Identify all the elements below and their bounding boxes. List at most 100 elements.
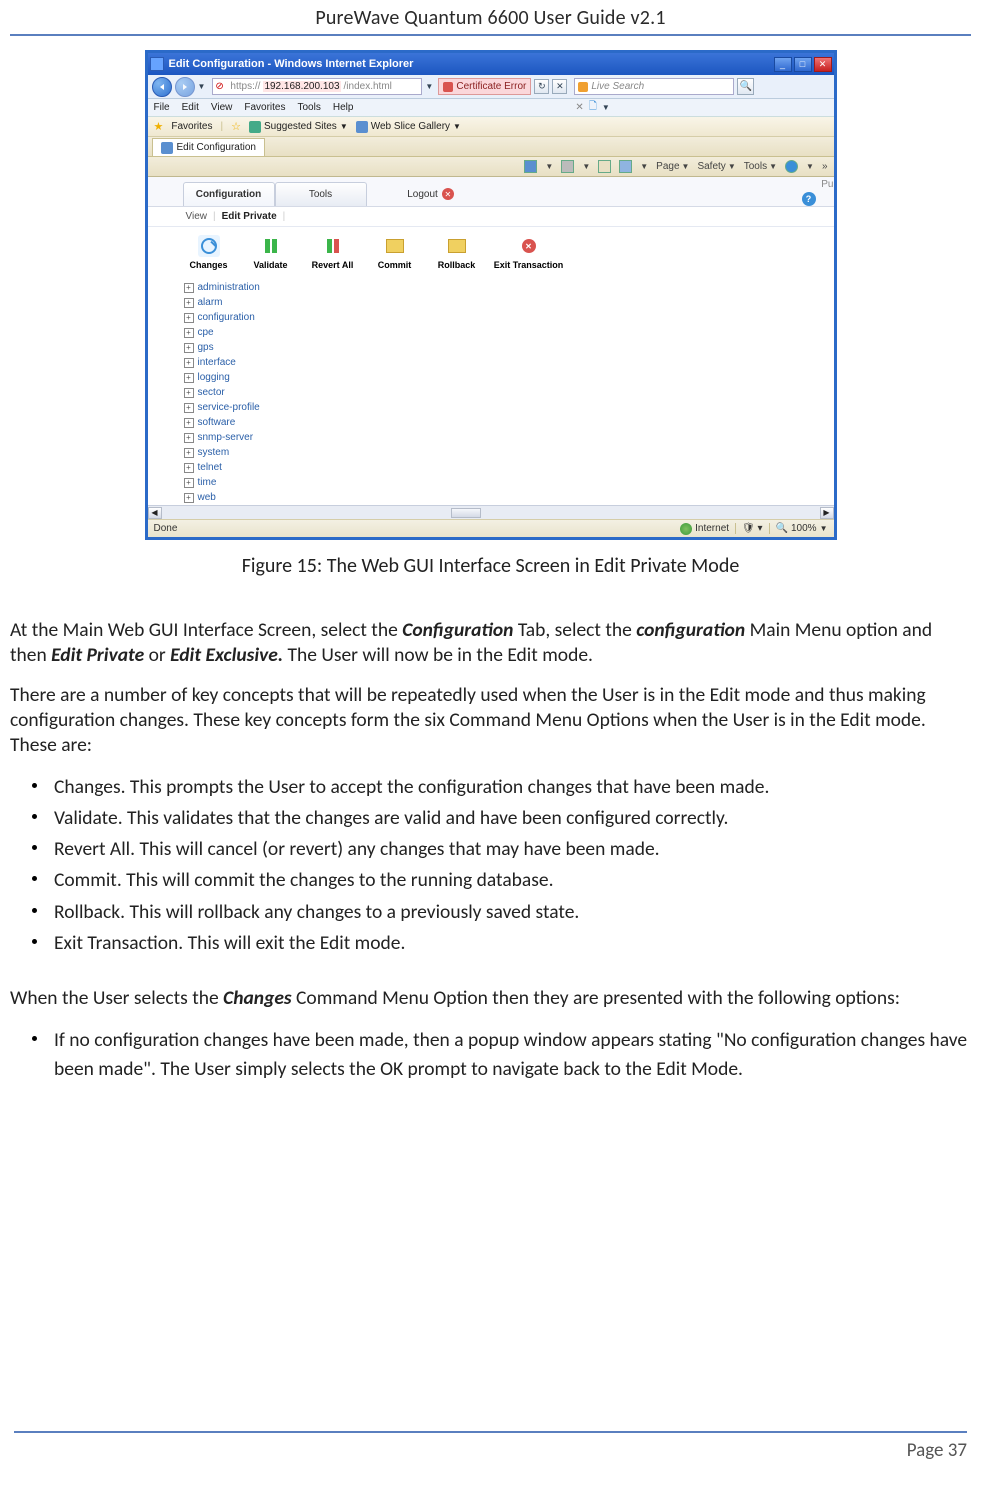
- list-item: Revert All. This will cancel (or revert)…: [54, 835, 971, 864]
- browser-tab[interactable]: Edit Configuration: [152, 138, 266, 156]
- exit-icon: [518, 235, 540, 257]
- menu-file[interactable]: File: [154, 102, 170, 113]
- web-slice-button[interactable]: Web Slice Gallery ▼: [356, 121, 461, 133]
- certificate-error-badge[interactable]: Certificate Error: [438, 78, 531, 95]
- horizontal-scrollbar[interactable]: ◀ ▶: [148, 505, 834, 519]
- tree-item[interactable]: +cpe: [184, 325, 834, 340]
- bullet-list: Changes. This prompts the User to accept…: [0, 773, 981, 959]
- tab-configuration[interactable]: Configuration: [183, 182, 275, 206]
- back-button[interactable]: [152, 77, 172, 97]
- compat-dropdown-icon[interactable]: ▼: [602, 103, 610, 112]
- expand-icon[interactable]: +: [184, 418, 194, 428]
- expand-icon[interactable]: +: [184, 328, 194, 338]
- tree-item[interactable]: +software: [184, 415, 834, 430]
- tree-item[interactable]: +administration: [184, 280, 834, 295]
- favorites-label[interactable]: Favorites: [171, 121, 212, 132]
- search-bar[interactable]: Live Search: [574, 78, 734, 95]
- tree-item[interactable]: +alarm: [184, 295, 834, 310]
- expand-icon[interactable]: +: [184, 433, 194, 443]
- expand-icon[interactable]: +: [184, 343, 194, 353]
- tree-item[interactable]: +logging: [184, 370, 834, 385]
- minimize-button[interactable]: _: [774, 57, 792, 72]
- maximize-button[interactable]: □: [794, 57, 812, 72]
- zoom-control[interactable]: 🔍 100% ▼: [769, 523, 828, 534]
- search-go-button[interactable]: 🔍: [737, 78, 754, 95]
- browser-tab-row: Edit Configuration: [148, 137, 834, 157]
- expand-icon[interactable]: +: [184, 448, 194, 458]
- logout-label: Logout: [407, 189, 438, 200]
- stop-button[interactable]: ✕: [552, 79, 567, 94]
- tree-item[interactable]: +time: [184, 475, 834, 490]
- forward-button[interactable]: [175, 77, 195, 97]
- menu-edit[interactable]: Edit: [182, 102, 199, 113]
- tool-rollback[interactable]: Rollback: [428, 235, 486, 270]
- paragraph: There are a number of key concepts that …: [10, 683, 971, 759]
- expand-icon[interactable]: +: [184, 358, 194, 368]
- help-cmdbar-icon[interactable]: [785, 160, 798, 173]
- tool-changes[interactable]: Changes: [180, 235, 238, 270]
- add-fav-icon[interactable]: ☆: [231, 120, 241, 133]
- scroll-track[interactable]: [162, 507, 820, 519]
- safety-menu[interactable]: Safety ▼: [697, 161, 735, 172]
- menu-help[interactable]: Help: [333, 102, 354, 113]
- tree-item[interactable]: +web: [184, 490, 834, 505]
- tab-tools[interactable]: Tools: [275, 182, 367, 206]
- expand-icon[interactable]: +: [184, 403, 194, 413]
- home-icon[interactable]: [524, 160, 537, 173]
- nav-dropdown-icon[interactable]: ▼: [198, 82, 206, 91]
- address-bar[interactable]: ⊘ https://192.168.200.103/index.html: [212, 78, 422, 95]
- compat-view-icon[interactable]: 🗋: [589, 99, 597, 116]
- addr-dropdown-icon[interactable]: ▼: [425, 82, 433, 91]
- web-slice-icon: [356, 121, 368, 133]
- tree-item[interactable]: +sector: [184, 385, 834, 400]
- tree-item[interactable]: +service-profile: [184, 400, 834, 415]
- magnifier-icon: [198, 235, 220, 257]
- favorites-bar: ★ Favorites | ☆ Suggested Sites ▼ Web Sl…: [148, 117, 834, 137]
- favorites-star-icon[interactable]: ★: [154, 120, 164, 133]
- tree-item[interactable]: +interface: [184, 355, 834, 370]
- scroll-thumb[interactable]: [451, 508, 481, 518]
- tree-item[interactable]: +system: [184, 445, 834, 460]
- close-tab-icon[interactable]: ✕: [575, 102, 583, 113]
- expand-icon[interactable]: +: [184, 283, 194, 293]
- menu-tools[interactable]: Tools: [297, 102, 320, 113]
- expand-icon[interactable]: +: [184, 298, 194, 308]
- tool-validate[interactable]: Validate: [242, 235, 300, 270]
- expand-icon[interactable]: +: [184, 493, 194, 503]
- list-item: Exit Transaction. This will exit the Edi…: [54, 929, 971, 958]
- security-zone[interactable]: Internet: [680, 523, 729, 535]
- tree-item[interactable]: +configuration: [184, 310, 834, 325]
- list-item: Rollback. This will rollback any changes…: [54, 898, 971, 927]
- tool-exit-transaction[interactable]: Exit Transaction: [490, 235, 568, 270]
- tree-item[interactable]: +telnet: [184, 460, 834, 475]
- print-icon[interactable]: [619, 160, 632, 173]
- help-icon[interactable]: ?: [802, 192, 816, 206]
- tools-menu[interactable]: Tools ▼: [744, 161, 777, 172]
- expand-icon[interactable]: +: [184, 313, 194, 323]
- tree-item[interactable]: +snmp-server: [184, 430, 834, 445]
- scroll-left-arrow[interactable]: ◀: [148, 507, 162, 519]
- tool-commit[interactable]: Commit: [366, 235, 424, 270]
- chevron-more-icon[interactable]: »: [822, 161, 828, 172]
- tool-revert-all[interactable]: Revert All: [304, 235, 362, 270]
- menu-favorites[interactable]: Favorites: [244, 102, 285, 113]
- refresh-button[interactable]: ↻: [534, 79, 549, 94]
- read-mail-icon[interactable]: [598, 160, 611, 173]
- subtab-view[interactable]: View: [186, 211, 208, 222]
- expand-icon[interactable]: +: [184, 373, 194, 383]
- close-button[interactable]: ✕: [814, 57, 832, 72]
- feeds-icon[interactable]: [561, 160, 574, 173]
- subtab-edit-private[interactable]: Edit Private: [222, 211, 277, 222]
- tab-logout[interactable]: Logout ✕: [385, 182, 477, 206]
- window-favicon: [150, 57, 164, 71]
- tree-item[interactable]: +gps: [184, 340, 834, 355]
- protected-mode-icon[interactable]: 🛡 ▾: [735, 523, 763, 534]
- suggested-sites-button[interactable]: Suggested Sites ▼: [249, 121, 348, 133]
- menu-view[interactable]: View: [211, 102, 233, 113]
- expand-icon[interactable]: +: [184, 478, 194, 488]
- list-item: Validate. This validates that the change…: [54, 804, 971, 833]
- expand-icon[interactable]: +: [184, 463, 194, 473]
- scroll-right-arrow[interactable]: ▶: [820, 507, 834, 519]
- expand-icon[interactable]: +: [184, 388, 194, 398]
- page-menu[interactable]: Page ▼: [656, 161, 689, 172]
